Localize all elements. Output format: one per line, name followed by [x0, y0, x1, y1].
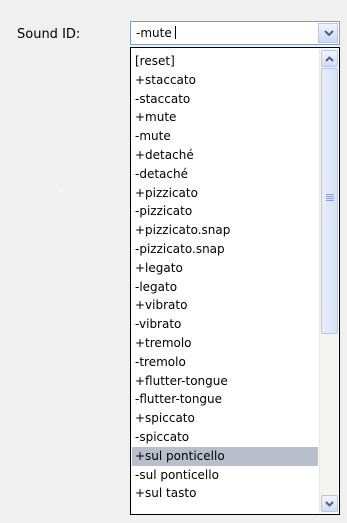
- dropdown-option[interactable]: +vibrato: [132, 296, 318, 315]
- dropdown-option[interactable]: +detaché: [132, 146, 318, 165]
- dropdown-option[interactable]: +legato: [132, 259, 318, 278]
- dropdown-option[interactable]: -vibrato: [132, 315, 318, 334]
- chevron-up-icon: [325, 56, 334, 62]
- dropdown-option[interactable]: +pizzicato: [132, 184, 318, 203]
- dropdown-option[interactable]: -spiccato: [132, 428, 318, 447]
- dropdown-option[interactable]: +staccato: [132, 71, 318, 90]
- chevron-down-icon: [325, 501, 334, 507]
- dropdown-option[interactable]: -detaché: [132, 165, 318, 184]
- dropdown-option[interactable]: +flutter-tongue: [132, 372, 318, 391]
- sound-id-input-value: -mute: [136, 26, 172, 40]
- sound-id-dropdown-list[interactable]: [reset] +staccato -staccato +mute -mute +deta…: [130, 47, 340, 515]
- scrollbar-thumb[interactable]: [321, 68, 338, 334]
- dropdown-option[interactable]: +spiccato: [132, 409, 318, 428]
- sound-id-combobox[interactable]: -mute: [130, 21, 340, 45]
- dropdown-option[interactable]: -staccato: [132, 90, 318, 109]
- dropdown-option[interactable]: -tremolo: [132, 353, 318, 372]
- dropdown-toggle-button[interactable]: [318, 23, 338, 43]
- chevron-down-icon: [324, 30, 334, 36]
- dropdown-option[interactable]: -mute: [132, 127, 318, 146]
- dropdown-option[interactable]: -legato: [132, 278, 318, 297]
- dropdown-option[interactable]: -sul ponticello: [132, 466, 318, 485]
- vertical-scrollbar[interactable]: [319, 49, 338, 513]
- grip-icon: [326, 194, 334, 202]
- dropdown-option[interactable]: +mute: [132, 108, 318, 127]
- sound-id-input[interactable]: -mute: [136, 25, 176, 41]
- sound-id-label: Sound ID:: [17, 27, 81, 42]
- dropdown-option[interactable]: -pizzicato: [132, 202, 318, 221]
- decorative-dash: [58, 190, 64, 191]
- text-caret: [174, 26, 176, 39]
- dropdown-option[interactable]: -pizzicato.snap: [132, 240, 318, 259]
- dropdown-option[interactable]: [reset]: [132, 52, 318, 71]
- dropdown-option[interactable]: -flutter-tongue: [132, 390, 318, 409]
- dropdown-option[interactable]: +sul ponticello: [132, 446, 318, 466]
- dropdown-option[interactable]: +sul tasto: [132, 484, 318, 503]
- scroll-down-button[interactable]: [321, 495, 338, 512]
- dropdown-options: [reset] +staccato -staccato +mute -mute +deta…: [132, 52, 318, 503]
- dropdown-option[interactable]: +pizzicato.snap: [132, 221, 318, 240]
- dropdown-option[interactable]: +tremolo: [132, 334, 318, 353]
- scroll-up-button[interactable]: [321, 50, 338, 67]
